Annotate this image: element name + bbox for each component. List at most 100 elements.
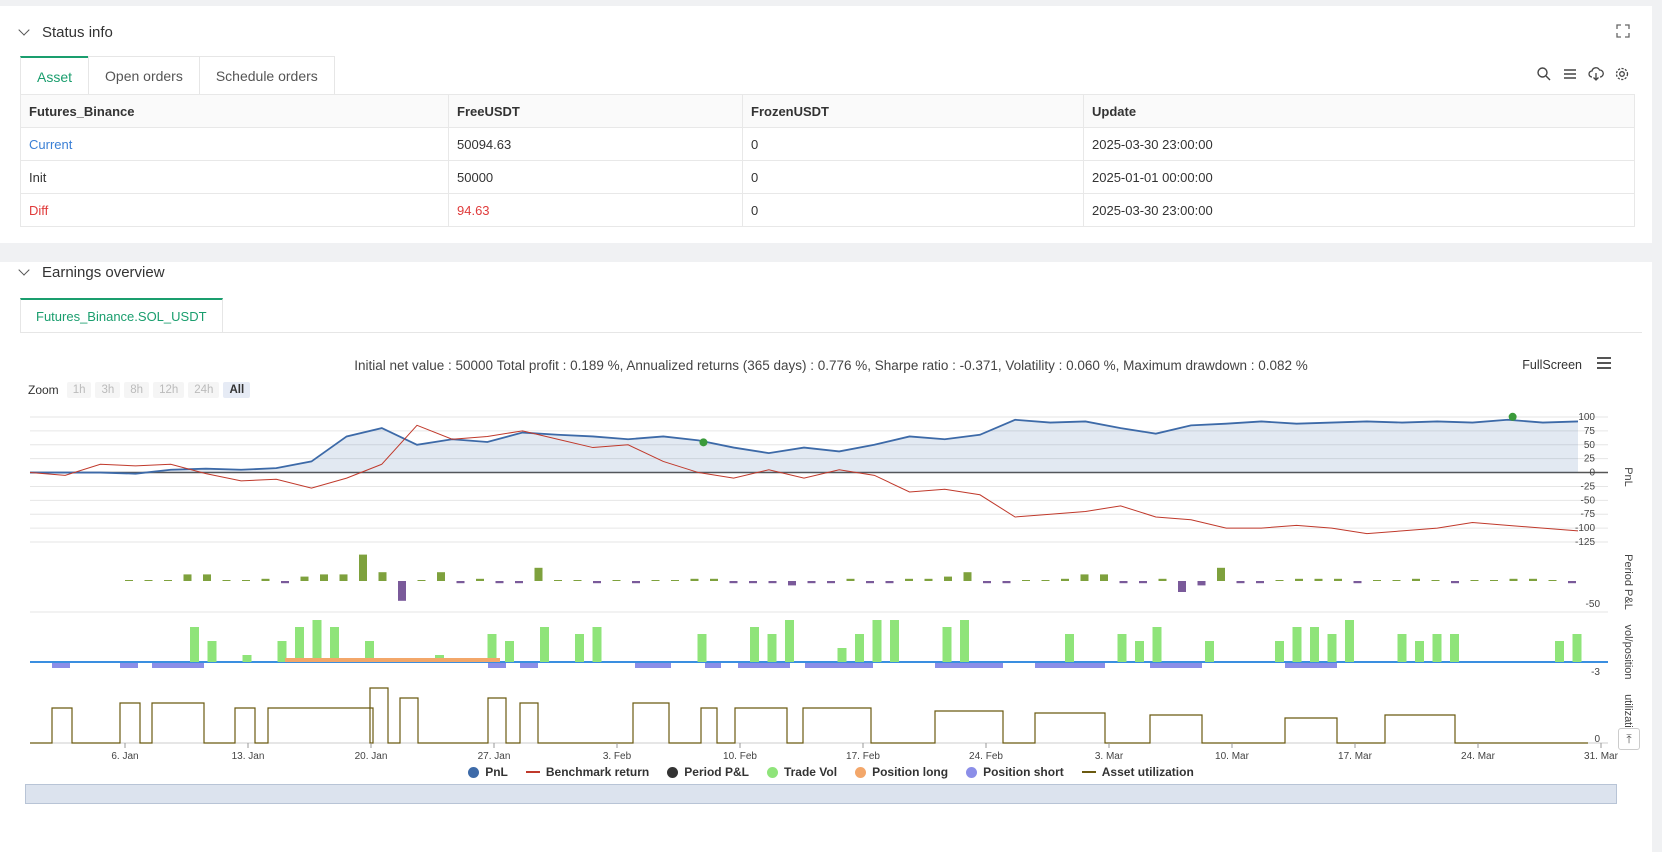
- legend-item-position-long[interactable]: Position long: [855, 765, 948, 779]
- tab-open-orders[interactable]: Open orders: [88, 56, 200, 96]
- table-row: Init 50000 0 2025-01-01 00:00:00: [20, 160, 1635, 194]
- column-header: Update: [1083, 94, 1635, 128]
- trade-vol-bar: [1432, 634, 1442, 662]
- position-short-bar: [1150, 663, 1202, 668]
- period-pnl-bar: [261, 578, 270, 581]
- position-short-bar: [520, 663, 538, 668]
- legend-marker: [468, 766, 480, 778]
- period-pnl-bar: [1412, 578, 1420, 581]
- period-pnl-bar: [1373, 580, 1381, 581]
- earnings-chart[interactable]: 100 75 50 25 0 -25 -50 -75 -100 -125 PnL -50 Period …: [0, 262, 1652, 852]
- legend-label: Asset utilization: [1101, 765, 1194, 779]
- position-short-bar: [805, 663, 873, 668]
- legend-label: Position short: [983, 765, 1064, 779]
- trade-vol-bar: [207, 641, 217, 662]
- gear-icon[interactable]: [1614, 66, 1630, 82]
- period-pnl-bar: [1431, 580, 1440, 581]
- earnings-overview-panel: 100 75 50 25 0 -25 -50 -75 -100 -125 PnL -50 Period …: [0, 262, 1652, 852]
- legend-item-period-pnl[interactable]: Period P&L: [667, 765, 749, 779]
- legend-item-benchmark[interactable]: Benchmark return: [525, 765, 649, 779]
- list-icon[interactable]: [1562, 66, 1578, 82]
- trade-vol-bar: [837, 648, 847, 662]
- y-tick-label: 50: [1584, 440, 1596, 451]
- period-pnl-bar: [573, 580, 582, 581]
- period-pnl-bar: [1470, 580, 1479, 581]
- y-tick-label: 0: [1589, 468, 1595, 479]
- trade-vol-bar: [1572, 634, 1582, 662]
- earnings-overview-header[interactable]: Earnings overview: [18, 264, 165, 281]
- y-tick-label: 75: [1584, 426, 1596, 437]
- zoom-3h-button[interactable]: 3h: [95, 382, 121, 398]
- pane-title: vol/position: [1622, 624, 1634, 679]
- search-icon[interactable]: [1536, 66, 1552, 82]
- tab-schedule-orders[interactable]: Schedule orders: [198, 56, 335, 96]
- legend-marker: [855, 766, 867, 778]
- cell-update: 2025-01-01 00:00:00: [1083, 160, 1635, 194]
- zoom-all-button[interactable]: All: [223, 382, 251, 398]
- y-tick-label: -3: [1591, 667, 1600, 678]
- trade-vol-bar: [942, 627, 952, 662]
- period-pnl-bar: [183, 574, 192, 581]
- period-pnl-bar: [144, 580, 153, 581]
- x-tick-label: 20. Jan: [355, 751, 388, 762]
- position-short-bar: [488, 663, 506, 668]
- period-pnl-bar: [1451, 581, 1459, 584]
- period-pnl-bar: [1100, 574, 1108, 581]
- chart-navigator-scrollbar[interactable]: [25, 784, 1617, 804]
- y-tick-label: 0: [1594, 734, 1600, 745]
- trade-vol-bar: [330, 627, 339, 662]
- zoom-1h-button[interactable]: 1h: [66, 382, 92, 398]
- trade-vol-bar: [1135, 641, 1144, 662]
- period-pnl-bar: [1334, 578, 1342, 581]
- legend-item-pnl[interactable]: PnL: [468, 765, 508, 779]
- cell-frozen: 0: [742, 160, 1084, 194]
- period-pnl-bar: [320, 574, 328, 581]
- trade-vol-bar: [1415, 641, 1424, 662]
- performance-summary: Initial net value : 50000 Total profit :…: [354, 358, 1308, 373]
- expand-icon[interactable]: [1614, 24, 1632, 42]
- status-info-header[interactable]: Status info: [18, 24, 113, 41]
- trade-vol-bar: [242, 655, 252, 662]
- zoom-8h-button[interactable]: 8h: [124, 382, 150, 398]
- period-pnl-bar: [1236, 581, 1245, 584]
- asset-table: Futures_Binance FreeUSDT FrozenUSDT Upda…: [20, 94, 1635, 227]
- period-pnl-bar: [690, 578, 699, 581]
- tab-symbol[interactable]: Futures_Binance.SOL_USDT: [20, 298, 223, 332]
- tab-asset[interactable]: Asset: [20, 56, 90, 96]
- fullscreen-button[interactable]: FullScreen: [1522, 358, 1582, 372]
- zoom-12h-button[interactable]: 12h: [153, 382, 185, 398]
- legend-item-asset-utilization[interactable]: Asset utilization: [1081, 765, 1194, 779]
- trade-vol-bar: [1345, 620, 1354, 662]
- period-pnl-bar: [1119, 581, 1128, 584]
- status-info-panel: Status info Asset Open orders Schedule o…: [0, 6, 1652, 243]
- period-pnl-bar: [1353, 581, 1362, 584]
- y-tick-label: -50: [1586, 599, 1601, 610]
- legend-label: Period P&L: [684, 765, 749, 779]
- trade-vol-bar: [960, 620, 969, 662]
- cell-frozen: 0: [742, 127, 1084, 161]
- x-tick-label: 10. Mar: [1215, 751, 1250, 762]
- cloud-download-icon[interactable]: [1588, 66, 1604, 82]
- legend-item-trade-vol[interactable]: Trade Vol: [766, 765, 837, 779]
- legend-marker: [966, 766, 978, 778]
- period-pnl-bar: [242, 580, 250, 581]
- period-pnl-bar: [983, 581, 991, 584]
- position-short-bar: [705, 663, 721, 668]
- legend-marker: [766, 766, 778, 778]
- trade-vol-bar: [1117, 634, 1127, 662]
- zoom-selector: Zoom 1h 3h 8h 12h 24h All: [28, 382, 251, 398]
- collapse-chevron-icon[interactable]: [18, 264, 30, 276]
- y-tick-label: -125: [1575, 537, 1595, 548]
- row-label-current[interactable]: Current: [20, 127, 449, 161]
- period-pnl-bar: [1197, 581, 1206, 586]
- legend-item-position-short[interactable]: Position short: [966, 765, 1064, 779]
- menu-icon[interactable]: [1596, 356, 1612, 373]
- back-to-top-button[interactable]: ⤒: [1618, 728, 1640, 750]
- trade-vol-bar: [1205, 641, 1214, 662]
- trade-vol-bar: [855, 634, 864, 662]
- period-pnl-bar: [1061, 578, 1069, 581]
- collapse-chevron-icon[interactable]: [18, 24, 30, 36]
- zoom-24h-button[interactable]: 24h: [188, 382, 220, 398]
- trade-vol-bar: [190, 627, 199, 662]
- y-tick-label: 25: [1584, 454, 1596, 465]
